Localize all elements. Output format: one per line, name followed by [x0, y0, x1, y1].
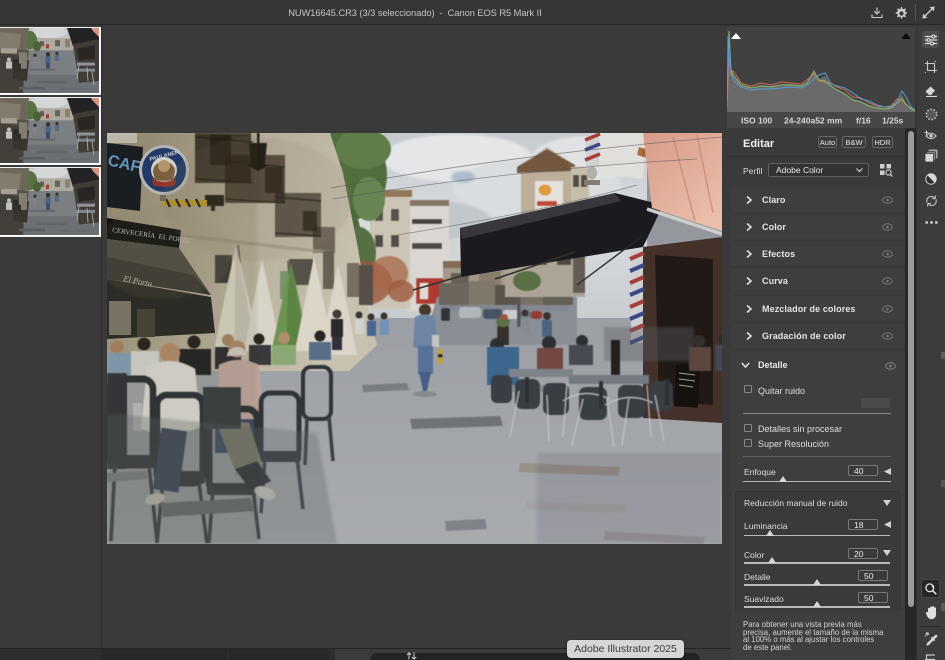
svg-text:f/16: f/16	[856, 116, 871, 126]
svg-text:24-240a52 mm: 24-240a52 mm	[784, 116, 843, 126]
svg-text:1/25s: 1/25s	[882, 116, 904, 126]
svg-text:ISO 100: ISO 100	[741, 116, 772, 126]
